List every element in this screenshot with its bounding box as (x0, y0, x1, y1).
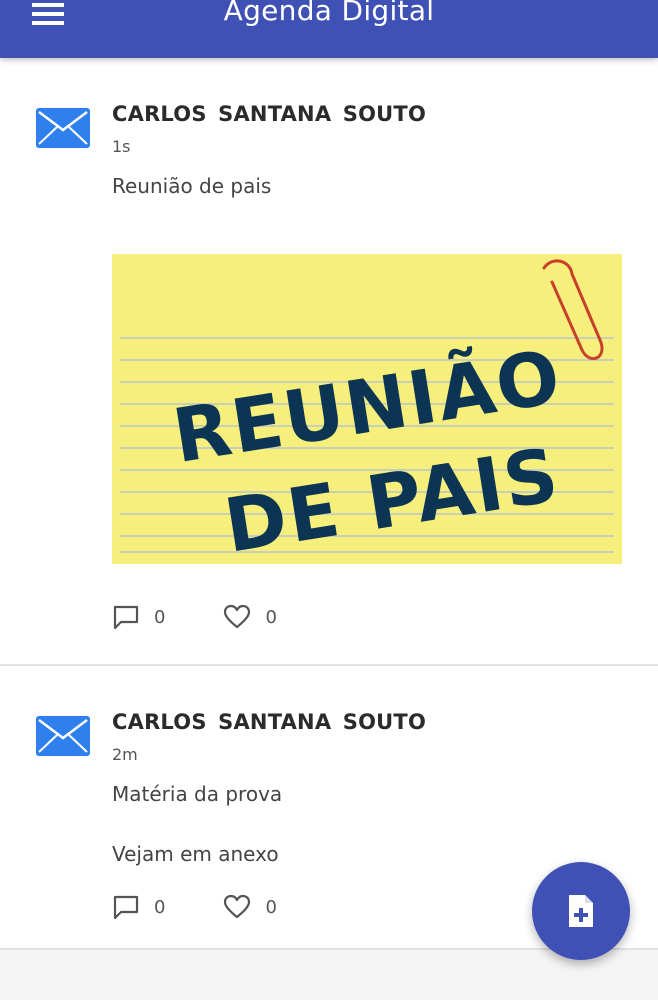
post-actions: 0 0 (112, 602, 277, 632)
like-count: 0 (265, 896, 277, 918)
post-author: CARLOS SANTANA SOUTO (112, 102, 426, 126)
add-file-icon (569, 895, 593, 927)
new-message-fab[interactable] (532, 862, 630, 960)
app-bar: Agenda Digital (0, 0, 658, 58)
heart-icon (224, 894, 251, 919)
message-feed: CARLOS SANTANA SOUTO 1s Reunião de pais … (0, 58, 658, 950)
like-button[interactable]: 0 (223, 894, 277, 920)
feed-post[interactable]: CARLOS SANTANA SOUTO 1s Reunião de pais … (0, 58, 658, 666)
post-time: 1s (112, 137, 131, 156)
post-author: CARLOS SANTANA SOUTO (112, 710, 426, 734)
envelope-icon (36, 108, 90, 148)
post-actions: 0 0 (112, 892, 277, 922)
app-title: Agenda Digital (223, 0, 435, 27)
like-count: 0 (265, 606, 277, 628)
post-attachment-image[interactable]: REUNIÃO DE PAIS (112, 254, 622, 564)
comment-icon (113, 605, 139, 630)
comment-count: 0 (154, 606, 166, 628)
heart-icon (224, 604, 251, 629)
comment-icon (113, 895, 139, 920)
post-body: Vejam em anexo (112, 842, 279, 866)
post-message: Matéria da prova (112, 782, 283, 806)
envelope-icon (36, 716, 90, 756)
comment-button[interactable]: 0 (112, 604, 165, 630)
like-button[interactable]: 0 (223, 604, 277, 630)
comment-count: 0 (154, 896, 166, 918)
post-message: Reunião de pais (112, 174, 272, 198)
comment-button[interactable]: 0 (112, 894, 165, 920)
post-time: 2m (112, 745, 138, 764)
